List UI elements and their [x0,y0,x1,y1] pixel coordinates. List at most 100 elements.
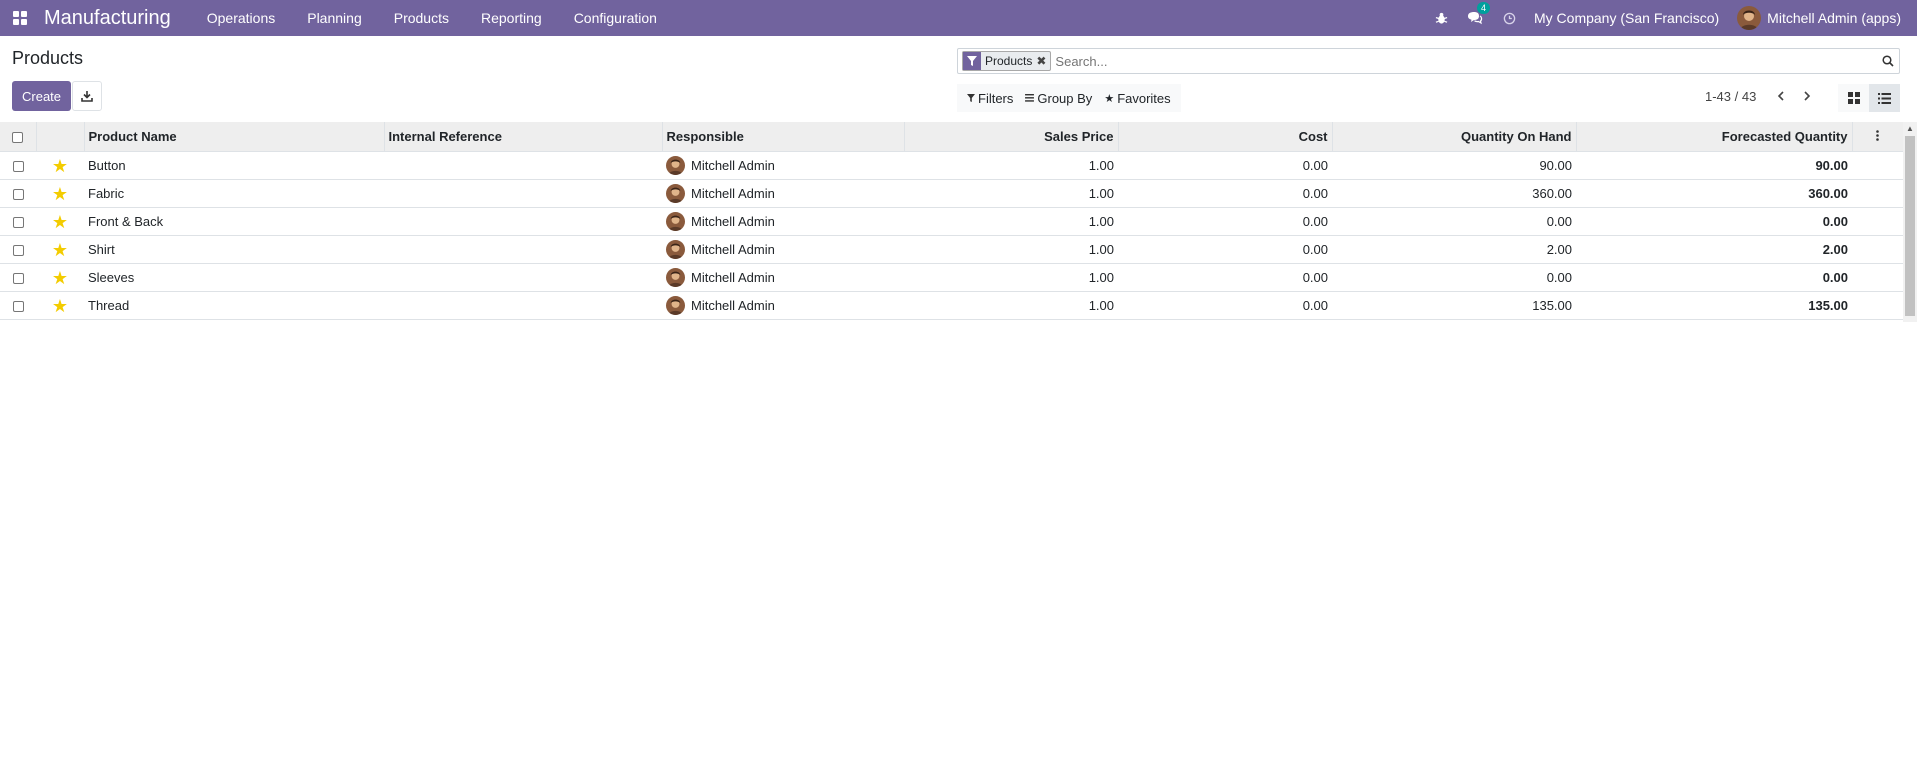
cell-product-name[interactable]: Front & Back [84,207,384,236]
cell-sales-price[interactable]: 1.00 [904,151,1118,180]
pager-previous-icon[interactable] [1768,86,1794,106]
cell-responsible[interactable]: Mitchell Admin [662,263,904,292]
priority-star-icon[interactable]: ★ [52,240,68,260]
user-menu[interactable]: Mitchell Admin (apps) [1737,6,1917,30]
table-row[interactable]: ★ Shirt Mitchell Admin 1.00 0.00 2.00 2.… [0,235,1903,264]
create-button[interactable]: Create [12,81,72,111]
cell-forecasted-quantity[interactable]: 90.00 [1576,151,1852,180]
activity-clock-icon[interactable] [1492,0,1526,36]
cell-quantity-on-hand[interactable]: 360.00 [1332,179,1576,208]
cell-product-name[interactable]: Fabric [84,179,384,208]
priority-star-icon[interactable]: ★ [52,268,68,288]
cell-cost[interactable]: 0.00 [1118,179,1332,208]
filters-button[interactable]: Filters [961,91,1019,106]
cell-quantity-on-hand[interactable]: 90.00 [1332,151,1576,180]
company-switcher[interactable]: My Company (San Francisco) [1526,10,1737,26]
header-product-name[interactable]: Product Name [84,122,385,152]
cell-internal-reference[interactable] [384,151,662,180]
cell-forecasted-quantity[interactable]: 135.00 [1576,291,1852,320]
cell-forecasted-quantity[interactable]: 2.00 [1576,235,1852,264]
row-checkbox[interactable] [12,161,24,173]
cell-internal-reference[interactable] [384,263,662,292]
cell-cost[interactable]: 0.00 [1118,151,1332,180]
app-brand[interactable]: Manufacturing [44,7,171,30]
cell-internal-reference[interactable] [384,207,662,236]
header-quantity-on-hand[interactable]: Quantity On Hand [1332,122,1577,152]
cell-quantity-on-hand[interactable]: 135.00 [1332,291,1576,320]
cell-sales-price[interactable]: 1.00 [904,179,1118,208]
cell-cost[interactable]: 0.00 [1118,263,1332,292]
priority-star-icon[interactable]: ★ [52,184,68,204]
search-input[interactable] [1051,50,1877,72]
cell-forecasted-quantity[interactable]: 0.00 [1576,207,1852,236]
menu-configuration[interactable]: Configuration [558,0,673,36]
priority-star-icon[interactable]: ★ [52,296,68,316]
cell-responsible[interactable]: Mitchell Admin [662,151,904,180]
cell-internal-reference[interactable] [384,179,662,208]
header-cost[interactable]: Cost [1118,122,1333,152]
cell-product-name[interactable]: Shirt [84,235,384,264]
header-sales-price[interactable]: Sales Price [904,122,1119,152]
cell-responsible[interactable]: Mitchell Admin [662,235,904,264]
pager-next-icon[interactable] [1794,86,1820,106]
priority-star-icon[interactable]: ★ [52,156,68,176]
cell-cost[interactable]: 0.00 [1118,291,1332,320]
messages-icon[interactable]: 4 [1458,0,1492,36]
table-row[interactable]: ★ Front & Back Mitchell Admin 1.00 0.00 … [0,207,1903,236]
menu-products[interactable]: Products [378,0,465,36]
cell-cost[interactable]: 0.00 [1118,207,1332,236]
table-row[interactable]: ★ Sleeves Mitchell Admin 1.00 0.00 0.00 … [0,263,1903,292]
cell-internal-reference[interactable] [384,235,662,264]
row-checkbox[interactable] [12,245,24,257]
cell-sales-price[interactable]: 1.00 [904,207,1118,236]
search-magnifier-icon[interactable] [1877,55,1899,67]
cell-forecasted-quantity[interactable]: 0.00 [1576,263,1852,292]
select-all-checkbox[interactable] [12,132,24,144]
cell-quantity-on-hand[interactable]: 0.00 [1332,263,1576,292]
group-by-button[interactable]: Group By [1019,91,1098,106]
cell-product-name[interactable]: Sleeves [84,263,384,292]
cell-sales-price[interactable]: 1.00 [904,235,1118,264]
header-forecasted-quantity[interactable]: Forecasted Quantity [1576,122,1853,152]
cell-sales-price[interactable]: 1.00 [904,263,1118,292]
table-row[interactable]: ★ Fabric Mitchell Admin 1.00 0.00 360.00… [0,179,1903,208]
favorites-button[interactable]: ★ Favorites [1098,91,1176,106]
menu-operations[interactable]: Operations [191,0,291,36]
cell-responsible[interactable]: Mitchell Admin [662,291,904,320]
row-checkbox[interactable] [12,189,24,201]
priority-star-icon[interactable]: ★ [52,212,68,232]
cell-product-name[interactable]: Button [84,151,384,180]
scroll-thumb[interactable] [1905,136,1915,316]
debug-bug-icon[interactable] [1424,0,1458,36]
row-checkbox[interactable] [12,217,24,229]
row-checkbox[interactable] [12,301,24,313]
list-view-icon[interactable] [1869,84,1900,112]
scroll-up-arrow-icon[interactable]: ▲ [1906,124,1914,133]
menu-planning[interactable]: Planning [291,0,378,36]
table-row[interactable]: ★ Thread Mitchell Admin 1.00 0.00 135.00… [0,291,1903,320]
cell-quantity-on-hand[interactable]: 0.00 [1332,207,1576,236]
cell-responsible[interactable]: Mitchell Admin [662,179,904,208]
list-view: Product Name Internal Reference Responsi… [0,122,1917,320]
row-checkbox[interactable] [12,273,24,285]
group-by-label: Group By [1037,90,1093,106]
cell-internal-reference[interactable] [384,291,662,320]
facet-remove-icon[interactable]: ✖ [1036,54,1050,68]
cell-product-name[interactable]: Thread [84,291,384,320]
cell-cost[interactable]: 0.00 [1118,235,1332,264]
export-download-button[interactable] [72,81,102,111]
list-scrollbar[interactable]: ▲ [1903,122,1917,322]
cell-quantity-on-hand[interactable]: 2.00 [1332,235,1576,264]
optional-columns-toggle[interactable] [1852,122,1904,152]
apps-menu-icon[interactable] [10,8,30,28]
header-internal-reference[interactable]: Internal Reference [384,122,663,152]
cell-responsible[interactable]: Mitchell Admin [662,207,904,236]
cell-forecasted-quantity[interactable]: 360.00 [1576,179,1852,208]
cell-sales-price[interactable]: 1.00 [904,291,1118,320]
pager-value[interactable]: 1-43 / 43 [1705,89,1756,104]
header-responsible[interactable]: Responsible [662,122,905,152]
row-select-cell [0,207,36,236]
menu-reporting[interactable]: Reporting [465,0,558,36]
table-row[interactable]: ★ Button Mitchell Admin 1.00 0.00 90.00 … [0,151,1903,180]
kanban-view-icon[interactable] [1838,84,1869,112]
